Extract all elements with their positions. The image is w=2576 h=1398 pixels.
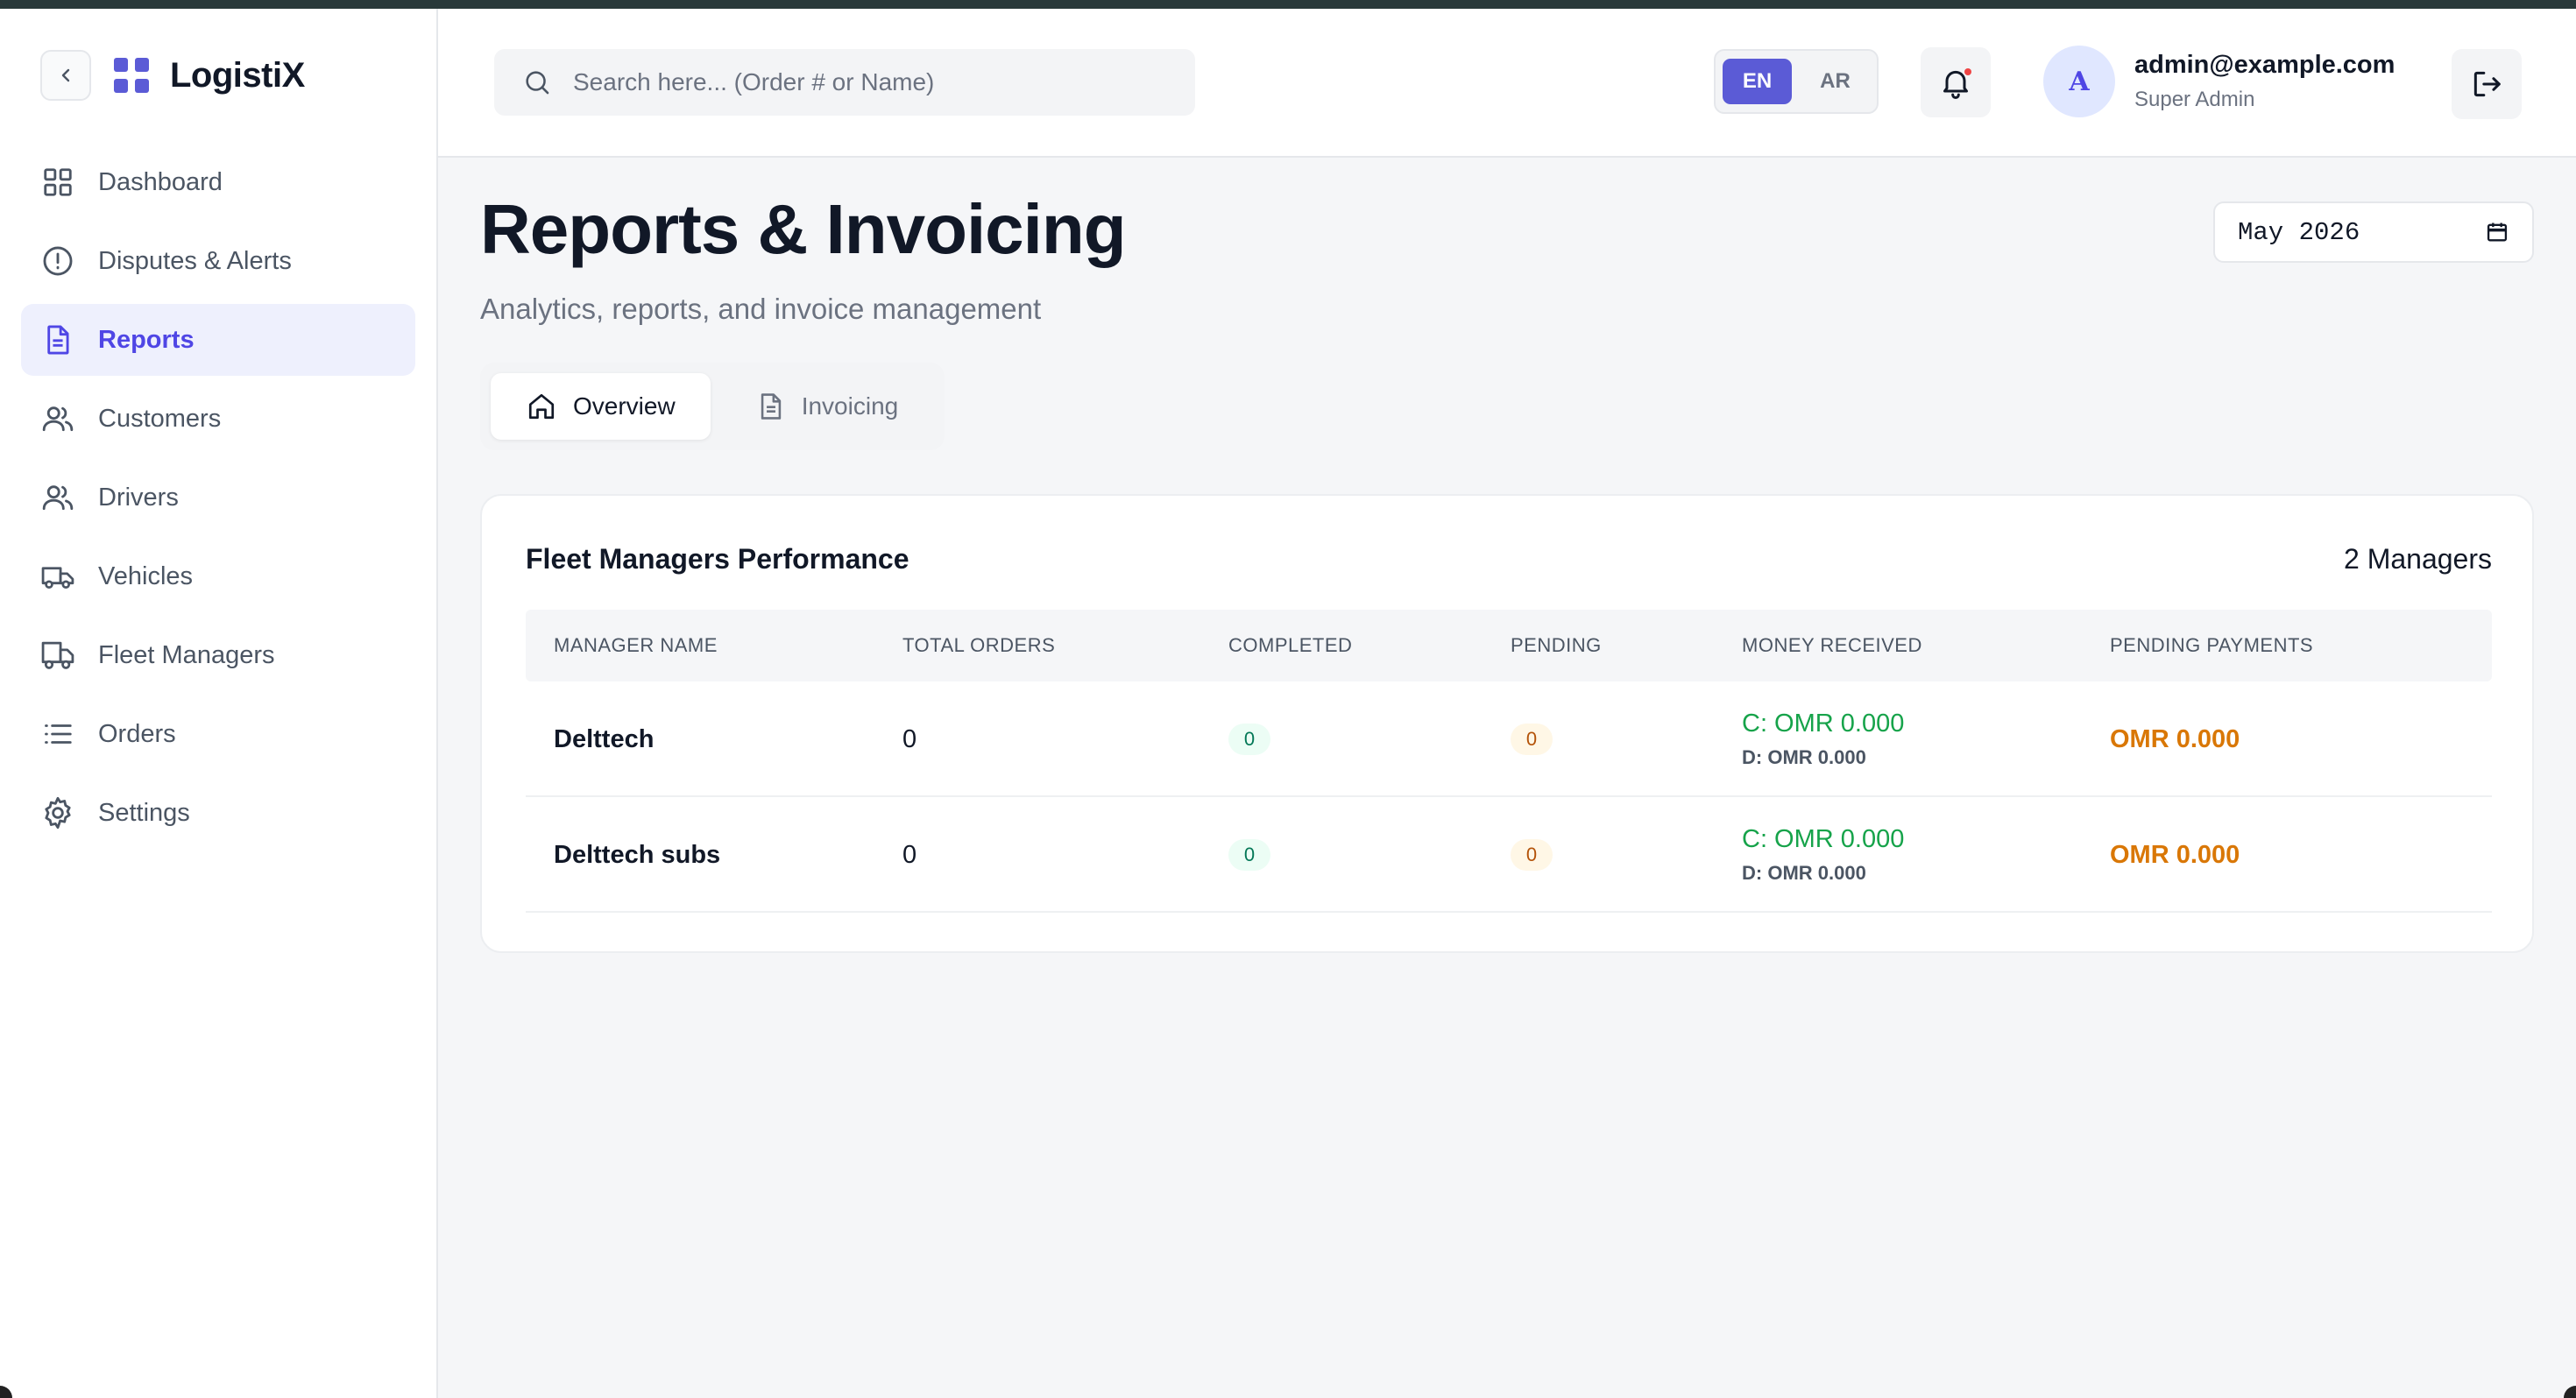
total-orders: 0	[902, 841, 917, 869]
sidebar-item-fleet-managers[interactable]: Fleet Managers	[21, 619, 415, 691]
collapse-sidebar-button[interactable]	[40, 50, 91, 101]
completed-badge: 0	[1228, 724, 1270, 755]
sidebar-item-label: Fleet Managers	[98, 640, 275, 669]
user-role: Super Admin	[2134, 88, 2255, 111]
sidebar-item-label: Settings	[98, 798, 190, 827]
top-header: EN AR A admin@example.com Super Admin	[438, 9, 2576, 158]
total-orders: 0	[902, 725, 917, 753]
notifications-button[interactable]	[1921, 47, 1991, 117]
managers-count: 2 Managers	[2344, 543, 2492, 575]
sidebar-item-label: Disputes & Alerts	[98, 246, 292, 275]
card-title: Fleet Managers Performance	[526, 543, 909, 575]
month-value: May 2026	[2238, 217, 2360, 247]
page-title: Reports & Invoicing	[480, 190, 1127, 268]
tab-invoicing[interactable]: Invoicing	[721, 373, 934, 440]
chevron-left-icon	[61, 68, 70, 82]
sidebar-item-vehicles[interactable]: Vehicles	[21, 540, 415, 612]
notification-dot	[1964, 68, 1971, 75]
logo-icon	[114, 58, 149, 93]
truck-icon	[40, 559, 75, 594]
manager-name: Delttech subs	[554, 841, 721, 869]
tab-overview[interactable]: Overview	[491, 373, 711, 440]
sidebar-item-disputes[interactable]: Disputes & Alerts	[21, 225, 415, 297]
avatar[interactable]: A	[2043, 46, 2115, 117]
sidebar-item-label: Customers	[98, 404, 222, 433]
search-input[interactable]	[573, 68, 1169, 96]
table-row[interactable]: Delttech subs 0 0 0 C: OMR 0.000 D: OMR …	[526, 797, 2492, 913]
table-header: MANAGER NAME TOTAL ORDERS COMPLETED PEND…	[526, 610, 2492, 681]
app-name: LogistiX	[170, 55, 305, 95]
user-email: admin@example.com	[2134, 51, 2396, 79]
truck-icon	[40, 638, 75, 673]
search-icon	[526, 71, 549, 95]
sidebar-item-dashboard[interactable]: Dashboard	[21, 146, 415, 218]
alert-circle-icon	[40, 244, 75, 279]
pending-badge: 0	[1511, 839, 1553, 871]
fleet-managers-card: Fleet Managers Performance 2 Managers MA…	[480, 494, 2534, 953]
money-received-credit: C: OMR 0.000	[1742, 710, 1905, 738]
pending-payments: OMR 0.000	[2110, 841, 2240, 869]
document-icon	[761, 393, 781, 420]
report-tabs: Overview Invoicing	[480, 363, 945, 450]
brand: LogistiX	[40, 47, 305, 103]
money-received-debit: D: OMR 0.000	[1742, 862, 1866, 884]
sidebar-item-customers[interactable]: Customers	[21, 383, 415, 455]
column-header: TOTAL ORDERS	[902, 634, 1056, 656]
tab-label: Invoicing	[801, 392, 899, 420]
column-header: MANAGER NAME	[554, 634, 718, 656]
list-icon	[40, 717, 75, 752]
document-icon	[40, 322, 75, 357]
column-header: MONEY RECEIVED	[1742, 634, 1922, 656]
money-received-debit: D: OMR 0.000	[1742, 746, 1866, 768]
users-icon	[40, 480, 75, 515]
logout-icon	[2473, 71, 2501, 97]
sidebar-item-label: Orders	[98, 719, 176, 748]
pending-badge: 0	[1511, 724, 1553, 755]
sidebar: LogistiX Dashboard Disputes & Alerts Rep…	[0, 9, 438, 1398]
sidebar-item-reports[interactable]: Reports	[21, 304, 415, 376]
logout-button[interactable]	[2452, 49, 2522, 119]
lang-ar-button[interactable]: AR	[1801, 59, 1870, 104]
pending-payments: OMR 0.000	[2110, 725, 2240, 753]
users-icon	[40, 401, 75, 436]
home-icon	[528, 393, 555, 420]
sidebar-item-label: Dashboard	[98, 167, 223, 196]
search-bar[interactable]	[494, 49, 1195, 116]
sidebar-item-label: Drivers	[98, 483, 179, 512]
lang-en-button[interactable]: EN	[1723, 59, 1792, 104]
gear-icon	[40, 795, 75, 830]
sidebar-item-settings[interactable]: Settings	[21, 777, 415, 849]
sidebar-item-label: Reports	[98, 325, 195, 354]
completed-badge: 0	[1228, 839, 1270, 871]
month-picker[interactable]: May 2026	[2213, 201, 2534, 263]
window-corner	[2564, 1386, 2576, 1398]
column-header: COMPLETED	[1228, 634, 1353, 656]
column-header: PENDING	[1511, 634, 1602, 656]
tab-label: Overview	[573, 392, 676, 420]
sidebar-item-orders[interactable]: Orders	[21, 698, 415, 770]
grid-icon	[40, 165, 75, 200]
calendar-icon	[2487, 222, 2508, 242]
manager-name: Delttech	[554, 725, 655, 753]
page-subtitle: Analytics, reports, and invoice manageme…	[480, 293, 1042, 325]
column-header: PENDING PAYMENTS	[2110, 634, 2314, 656]
window-top-strip	[0, 0, 2576, 9]
sidebar-item-label: Vehicles	[98, 561, 194, 590]
money-received-credit: C: OMR 0.000	[1742, 825, 1905, 853]
sidebar-nav: Dashboard Disputes & Alerts Reports Cust…	[21, 146, 415, 856]
language-switcher: EN AR	[1714, 49, 1879, 114]
sidebar-item-drivers[interactable]: Drivers	[21, 462, 415, 533]
table-row[interactable]: Delttech 0 0 0 C: OMR 0.000 D: OMR 0.000…	[526, 681, 2492, 797]
